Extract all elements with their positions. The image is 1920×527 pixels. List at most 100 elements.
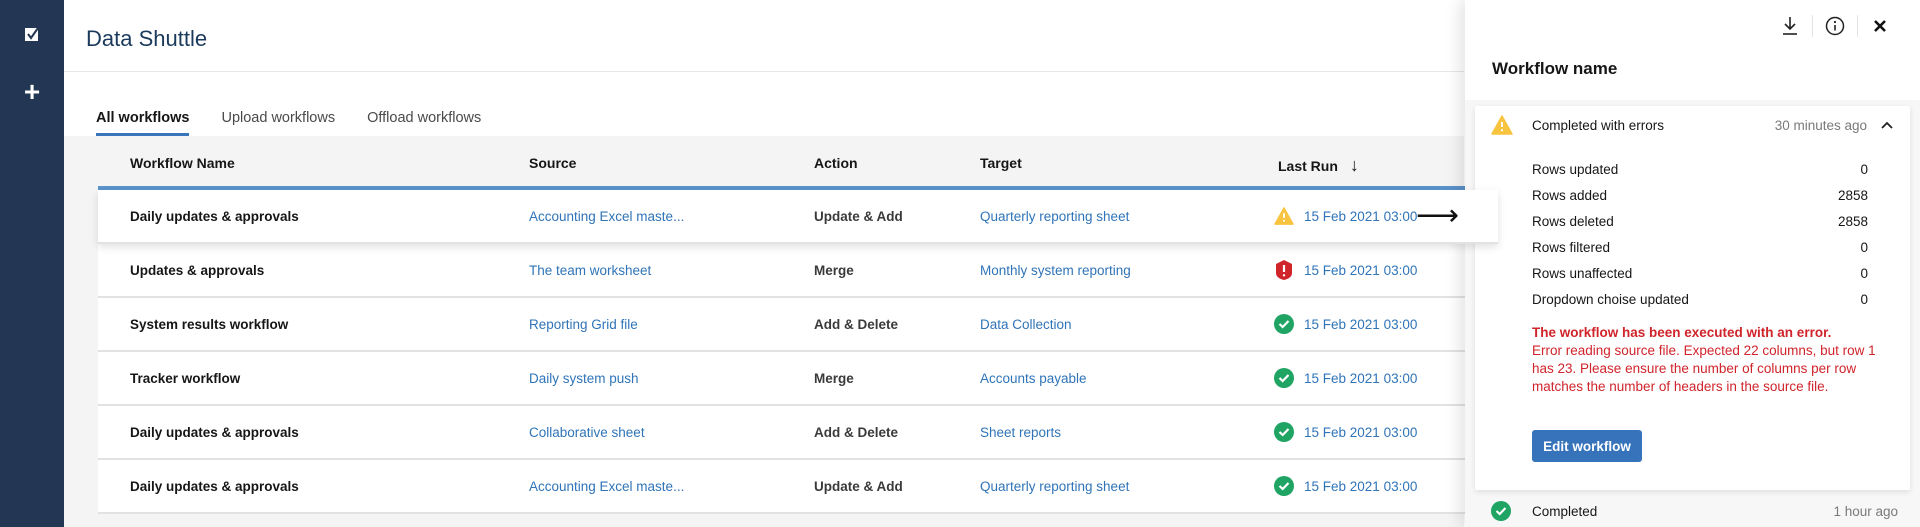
- panel-header: Workflow name: [1465, 0, 1920, 100]
- history-status: Completed: [1532, 504, 1598, 519]
- stat-row: Rows filtered 0: [1532, 234, 1868, 260]
- run-history-item[interactable]: Completed 1 hour ago: [1475, 498, 1910, 527]
- panel-actions: [1768, 14, 1902, 38]
- stat-value: 0: [1860, 239, 1868, 255]
- checkbox-logo-icon[interactable]: [24, 27, 40, 43]
- table-row[interactable]: Daily updates & approvals Accounting Exce…: [98, 190, 1498, 244]
- last-run-link[interactable]: 15 Feb 2021 03:00: [1304, 209, 1417, 224]
- target-link[interactable]: Quarterly reporting sheet: [980, 190, 1129, 242]
- workflow-name: Tracker workflow: [130, 370, 241, 386]
- last-run-link[interactable]: 15 Feb 2021 03:00: [1304, 479, 1417, 494]
- stat-row: Rows unaffected 0: [1532, 260, 1868, 286]
- target-link[interactable]: Accounts payable: [980, 352, 1087, 404]
- stat-label: Rows filtered: [1532, 239, 1611, 255]
- table-header: Workflow Name Source Action Target Last …: [98, 136, 1468, 188]
- column-header-last-run[interactable]: Last Run ↓: [1278, 155, 1359, 176]
- target-link[interactable]: Sheet reports: [980, 406, 1061, 458]
- tab-offload-workflows[interactable]: Offload workflows: [367, 110, 481, 136]
- stat-label: Rows added: [1532, 187, 1608, 203]
- last-run: 15 Feb 2021 03:00: [1274, 406, 1417, 458]
- workflows-table: Workflow Name Source Action Target Last …: [64, 136, 1498, 527]
- stat-label: Dropdown choise updated: [1532, 291, 1689, 307]
- table-body: Daily updates & approvals Accounting Exce…: [98, 190, 1498, 514]
- source-link[interactable]: Reporting Grid file: [529, 298, 638, 350]
- stat-row: Dropdown choise updated 0: [1532, 286, 1868, 312]
- source-link[interactable]: Collaborative sheet: [529, 406, 645, 458]
- workflow-tabs: All workflows Upload workflows Offload w…: [96, 110, 481, 136]
- stat-value: 0: [1860, 265, 1868, 281]
- last-run: 15 Feb 2021 03:00: [1274, 298, 1417, 350]
- source-link[interactable]: Accounting Excel maste...: [529, 190, 684, 242]
- target-link[interactable]: Monthly system reporting: [980, 244, 1131, 296]
- stat-value: 2858: [1837, 213, 1868, 229]
- target-link[interactable]: Data Collection: [980, 298, 1072, 350]
- left-rail: +: [0, 0, 64, 527]
- stat-label: Rows updated: [1532, 161, 1619, 177]
- warning-icon: [1274, 206, 1294, 226]
- close-icon[interactable]: [1858, 14, 1902, 38]
- table-row[interactable]: Daily updates & approvals Accounting Exce…: [98, 460, 1498, 514]
- tab-all-workflows[interactable]: All workflows: [96, 110, 190, 136]
- warning-icon: [1491, 115, 1513, 140]
- workflow-details-panel: Workflow name Completed with errors 30 m…: [1465, 0, 1920, 527]
- plus-icon[interactable]: +: [20, 78, 44, 106]
- tab-upload-workflows[interactable]: Upload workflows: [221, 110, 335, 136]
- stat-row: Rows added 2858: [1532, 182, 1868, 208]
- last-run: 15 Feb 2021 03:00: [1274, 190, 1417, 242]
- run-status: Completed with errors: [1532, 118, 1665, 133]
- workflow-name: Daily updates & approvals: [130, 208, 299, 224]
- run-detail-card: Completed with errors 30 minutes ago Row…: [1475, 106, 1910, 490]
- error-icon: [1274, 260, 1294, 280]
- stat-value: 0: [1860, 161, 1868, 177]
- column-header-source[interactable]: Source: [529, 155, 576, 171]
- panel-title: Workflow name: [1492, 59, 1618, 78]
- edit-workflow-button[interactable]: Edit workflow: [1532, 430, 1642, 462]
- action-type: Update & Add: [814, 478, 903, 494]
- check-circle-icon: [1274, 368, 1294, 388]
- source-link[interactable]: The team worksheet: [529, 244, 651, 296]
- page-title: Data Shuttle: [86, 26, 208, 51]
- action-type: Update & Add: [814, 208, 903, 224]
- target-link[interactable]: Quarterly reporting sheet: [980, 460, 1129, 512]
- app: + Data Shuttle All workflows Upload work…: [0, 0, 1920, 527]
- run-time: 30 minutes ago: [1774, 118, 1867, 133]
- column-header-workflow-name[interactable]: Workflow Name: [130, 155, 235, 171]
- arrow-down-icon[interactable]: ↓: [1350, 155, 1359, 176]
- check-circle-icon: [1491, 501, 1511, 526]
- action-type: Merge: [814, 370, 854, 386]
- history-time: 1 hour ago: [1833, 504, 1898, 519]
- header: Data Shuttle: [64, 0, 1464, 72]
- workflow-name: Daily updates & approvals: [130, 478, 299, 494]
- action-type: Add & Delete: [814, 316, 899, 332]
- last-run-link[interactable]: 15 Feb 2021 03:00: [1304, 263, 1417, 278]
- stat-row: Rows updated 0: [1532, 156, 1868, 182]
- column-header-action[interactable]: Action: [814, 155, 858, 171]
- action-type: Merge: [814, 262, 854, 278]
- last-run: 15 Feb 2021 03:00: [1274, 460, 1417, 512]
- last-run-link[interactable]: 15 Feb 2021 03:00: [1304, 317, 1417, 332]
- download-icon[interactable]: [1768, 14, 1812, 38]
- column-header-target[interactable]: Target: [980, 155, 1022, 171]
- source-link[interactable]: Accounting Excel maste...: [529, 460, 684, 512]
- error-title: The workflow has been executed with an e…: [1532, 325, 1832, 340]
- chevron-up-icon[interactable]: [1878, 116, 1896, 134]
- stat-row: Rows deleted 2858: [1532, 208, 1868, 234]
- workflow-name: Daily updates & approvals: [130, 424, 299, 440]
- table-row[interactable]: Tracker workflow Daily system push Merge Ac…: [98, 352, 1498, 406]
- table-row[interactable]: Daily updates & approvals Collaborative s…: [98, 406, 1498, 460]
- last-run: 15 Feb 2021 03:00: [1274, 244, 1417, 296]
- run-stats: Rows updated 0 Rows added 2858 Rows deleted 2…: [1532, 156, 1868, 312]
- table-row[interactable]: System results workflow Reporting Grid fi…: [98, 298, 1498, 352]
- error-message: The workflow has been executed with an e…: [1532, 324, 1882, 396]
- arrow-right-icon: ⟶: [1416, 199, 1460, 232]
- stat-label: Rows unaffected: [1532, 265, 1633, 281]
- stat-value: 0: [1860, 291, 1868, 307]
- table-row[interactable]: Updates & approvals The team worksheet Mer…: [98, 244, 1498, 298]
- run-detail-header[interactable]: Completed with errors 30 minutes ago: [1475, 106, 1910, 144]
- last-run-link[interactable]: 15 Feb 2021 03:00: [1304, 425, 1417, 440]
- source-link[interactable]: Daily system push: [529, 352, 639, 404]
- info-icon[interactable]: [1813, 14, 1857, 38]
- last-run: 15 Feb 2021 03:00: [1274, 352, 1417, 404]
- last-run-link[interactable]: 15 Feb 2021 03:00: [1304, 371, 1417, 386]
- last-run-label: Last Run: [1278, 157, 1338, 174]
